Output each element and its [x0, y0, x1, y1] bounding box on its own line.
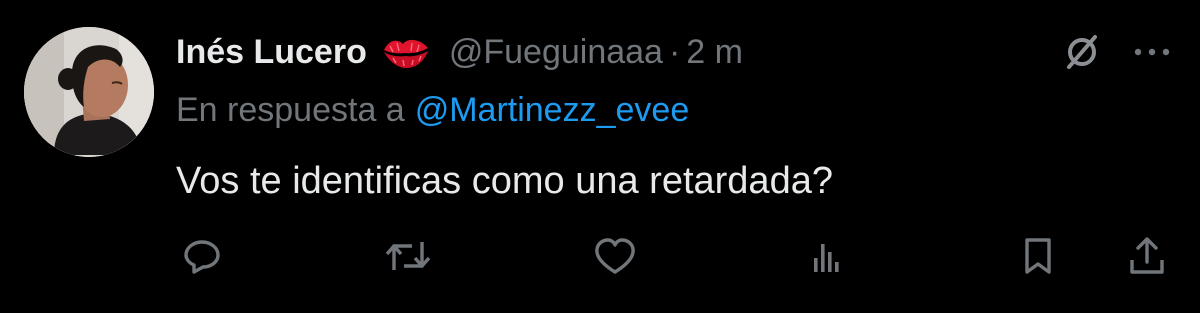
separator-dot: · — [668, 32, 681, 71]
retweet-icon — [385, 242, 431, 270]
bookmark-icon — [1025, 238, 1051, 274]
like-icon — [595, 238, 635, 274]
views-icon — [814, 244, 839, 272]
reply-prefix: En respuesta a — [176, 90, 405, 129]
avatar-photo — [24, 27, 154, 157]
like-button[interactable] — [587, 228, 643, 284]
grok-icon[interactable] — [1056, 26, 1108, 78]
share-icon — [1130, 237, 1164, 274]
tweet-header: Inés Lucero @Fueguinaaa · 2 m — [176, 26, 743, 78]
reply-icon — [184, 240, 220, 274]
tweet-text: Vos te identificas como una retardada? — [176, 160, 833, 202]
author-handle[interactable]: @Fueguinaaa — [449, 33, 663, 72]
author-display-name[interactable]: Inés Lucero — [176, 33, 367, 72]
share-button[interactable] — [1119, 228, 1175, 284]
retweet-button[interactable] — [380, 228, 436, 284]
tweet[interactable]: Inés Lucero @Fueguinaaa · 2 m En respues… — [0, 0, 1200, 313]
kiss-mark-icon — [381, 32, 431, 72]
reply-button[interactable] — [174, 228, 230, 284]
views-button[interactable] — [797, 228, 853, 284]
bookmark-button[interactable] — [1010, 228, 1066, 284]
reply-context: En respuesta a @Martinezz_evee — [176, 84, 689, 136]
avatar[interactable] — [24, 27, 154, 157]
more-icon[interactable] — [1126, 26, 1178, 78]
tweet-timestamp[interactable]: 2 m — [686, 33, 743, 72]
reply-target-link[interactable]: @Martinezz_evee — [415, 91, 690, 130]
